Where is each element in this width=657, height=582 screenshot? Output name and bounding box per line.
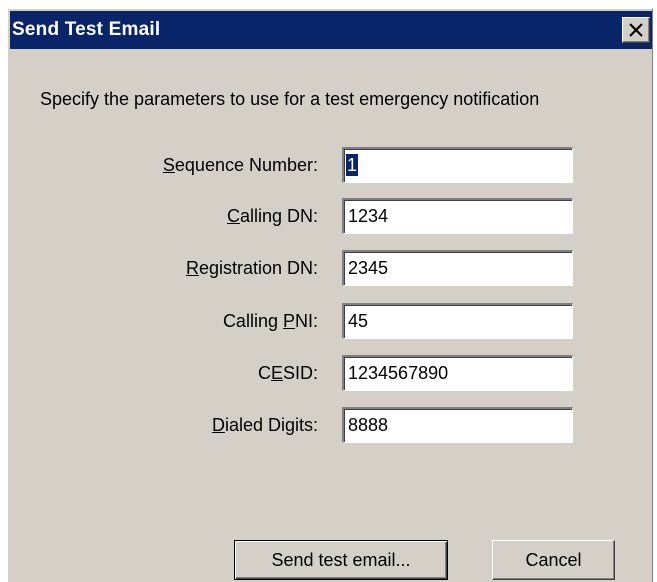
calling-pni-input[interactable] [342,303,573,339]
cesid-label: CESID: [257,363,318,383]
registration-dn-label: Registration DN: [185,258,318,278]
field-row-calling-pni: Calling PNI: [8,303,648,339]
field-row-calling-dn: Calling DN: [8,198,648,234]
dialed-digits-label: Dialed Digits: [211,415,318,435]
field-row-dialed-digits: Dialed Digits: [8,407,648,443]
sequence-number-selection: 1 [346,154,359,176]
field-row-sequence-number: Sequence Number: 1 [8,147,648,183]
sequence-number-input[interactable] [342,147,573,183]
dialed-digits-input[interactable] [342,407,573,443]
send-test-email-dialog: Send Test Email Specify the parameters t… [7,8,653,582]
calling-dn-label: Calling DN: [226,206,318,226]
close-button[interactable] [622,17,650,43]
window-title: Send Test Email [12,19,161,40]
sequence-number-label: Sequence Number: [162,155,318,175]
registration-dn-input[interactable] [342,250,573,286]
calling-pni-label: Calling PNI: [222,311,318,331]
field-row-registration-dn: Registration DN: [8,250,648,286]
title-bar[interactable]: Send Test Email [10,11,652,49]
send-test-email-button[interactable]: Send test email... [234,540,448,580]
cesid-input[interactable] [342,355,573,391]
dialog-description: Specify the parameters to use for a test… [40,89,540,109]
close-x-icon [629,23,643,37]
cancel-button[interactable]: Cancel [492,540,615,580]
field-row-cesid: CESID: [8,355,648,391]
calling-dn-input[interactable] [342,198,573,234]
